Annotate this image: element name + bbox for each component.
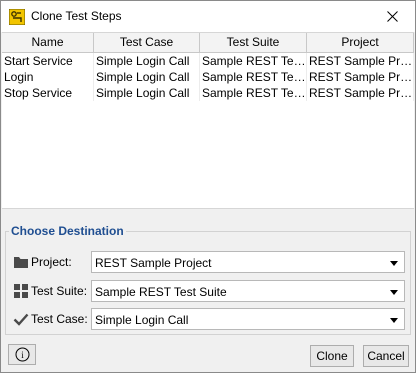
table-row[interactable]: Login Simple Login Call Sample REST Test…	[2, 69, 414, 85]
cell-project: REST Sample Proj...	[309, 85, 414, 101]
test-suite-select-value: Sample REST Test Suite	[95, 285, 227, 299]
test-suite-select[interactable]: Sample REST Test Suite	[91, 280, 405, 302]
cancel-button[interactable]: Cancel	[363, 345, 409, 367]
grid-icon	[14, 284, 28, 298]
test-case-row: Test Case: Simple Login Call	[11, 308, 407, 330]
table-header: Name Test Case Test Suite Project	[2, 33, 414, 53]
cell-project: REST Sample Proj...	[309, 53, 414, 69]
column-header-test-suite[interactable]: Test Suite	[200, 33, 307, 53]
project-select-value: REST Sample Project	[95, 256, 212, 270]
cell-name: Start Service	[2, 53, 94, 69]
chevron-down-icon	[390, 318, 398, 323]
test-case-select[interactable]: Simple Login Call	[91, 308, 405, 330]
chevron-down-icon	[390, 290, 398, 295]
project-select[interactable]: REST Sample Project	[91, 251, 405, 273]
cell-test-case: Simple Login Call	[94, 53, 200, 69]
column-header-project[interactable]: Project	[307, 33, 414, 53]
test-suite-row: Test Suite: Sample REST Test Suite	[11, 280, 407, 302]
table-row[interactable]: Start Service Simple Login Call Sample R…	[2, 53, 414, 69]
info-icon: i	[15, 347, 29, 362]
test-case-select-value: Simple Login Call	[95, 313, 189, 327]
close-icon	[386, 11, 398, 22]
choose-destination-group: Choose Destination Project: REST Sample …	[1, 217, 415, 337]
window-title: Clone Test Steps	[31, 9, 122, 23]
close-button[interactable]	[369, 1, 415, 32]
test-case-label: Test Case:	[31, 312, 88, 326]
column-header-test-case[interactable]: Test Case	[94, 33, 200, 53]
cell-project: REST Sample Proj...	[309, 69, 414, 85]
clone-test-steps-dialog: Clone Test Steps Name Test Case Test Sui…	[0, 0, 416, 373]
table-row[interactable]: Stop Service Simple Login Call Sample RE…	[2, 85, 414, 101]
column-header-name[interactable]: Name	[2, 33, 94, 53]
cell-test-suite: Sample REST Test ...	[202, 85, 307, 101]
project-label: Project:	[31, 255, 72, 269]
group-heading: Choose Destination	[9, 224, 126, 238]
folder-icon	[14, 257, 28, 268]
cell-test-case: Simple Login Call	[94, 69, 200, 85]
app-icon	[9, 9, 25, 25]
info-button[interactable]: i	[8, 344, 36, 365]
chevron-down-icon	[390, 261, 398, 266]
test-suite-label: Test Suite:	[31, 284, 88, 298]
title-bar: Clone Test Steps	[1, 1, 415, 32]
project-row: Project: REST Sample Project	[11, 251, 407, 273]
cell-name: Stop Service	[2, 85, 94, 101]
test-steps-table: Name Test Case Test Suite Project Start …	[2, 32, 414, 209]
cell-test-case: Simple Login Call	[94, 85, 200, 101]
info-glyph: i	[21, 350, 24, 360]
clone-button[interactable]: Clone	[310, 345, 354, 367]
checkmark-icon	[13, 313, 29, 326]
cell-name: Login	[2, 69, 94, 85]
cell-test-suite: Sample REST Test ...	[202, 69, 307, 85]
cell-test-suite: Sample REST Test ...	[202, 53, 307, 69]
